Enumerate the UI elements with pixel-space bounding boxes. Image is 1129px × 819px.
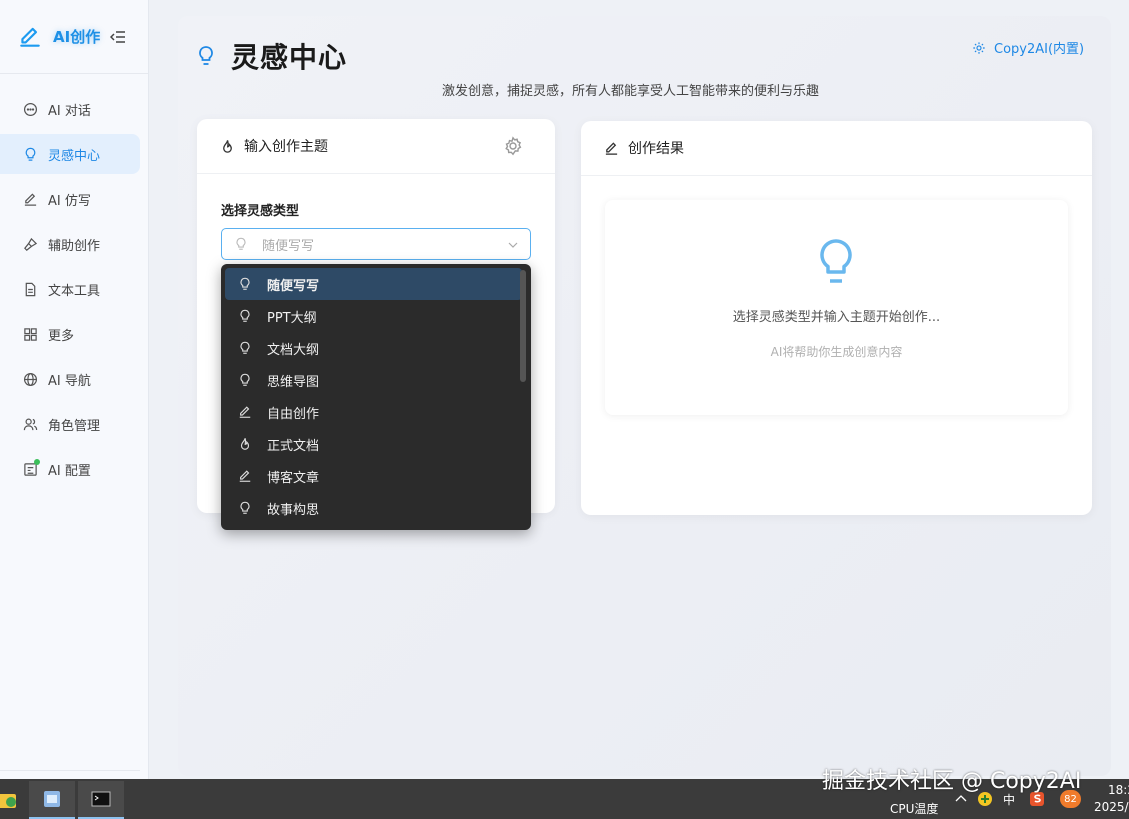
- watermark: 掘金技术社区 @ Copy2AI: [822, 769, 1082, 794]
- input-panel-header: 输入创作主题: [197, 119, 555, 174]
- bulb-icon: [234, 237, 248, 251]
- dropdown-option-label: 思维导图: [267, 374, 320, 390]
- bulb-icon: [238, 277, 252, 291]
- sidebar-item-assist-create[interactable]: 辅助创作: [0, 224, 140, 264]
- result-panel: 创作结果 选择灵感类型并输入主题开始创作... AI将帮助你生成创意内容: [581, 121, 1092, 515]
- bulb-icon: [238, 501, 252, 515]
- dropdown-option-label: 故事构思: [267, 502, 320, 518]
- dropdown-option[interactable]: 正式文档: [225, 428, 522, 460]
- pen-icon: [238, 469, 252, 483]
- pen-icon: [238, 405, 252, 419]
- dropdown-option[interactable]: PPT大纲: [225, 300, 522, 332]
- cpu-temp-label: CPU温度: [890, 802, 939, 816]
- sidebar-item-ai-chat[interactable]: AI 对话: [0, 89, 140, 129]
- dropdown-option[interactable]: 故事构思: [225, 492, 522, 524]
- sidebar-item-more[interactable]: 更多: [0, 314, 140, 354]
- sidebar-item-label: AI 导航: [48, 373, 91, 389]
- app-logo-text: AI创作: [53, 28, 101, 46]
- brush-icon: [23, 237, 38, 252]
- bulb-icon: [238, 373, 252, 387]
- result-hint-secondary: AI将帮助你生成创意内容: [770, 345, 903, 359]
- bulb-icon: [816, 237, 856, 287]
- taskbar-app-browser[interactable]: [29, 781, 75, 819]
- chat-icon: [23, 102, 38, 117]
- document-icon: [23, 282, 38, 297]
- sidebar-header: AI创作: [0, 0, 148, 74]
- grid-icon: [23, 327, 38, 342]
- clock-date[interactable]: 2025/0: [1094, 800, 1129, 814]
- flame-icon: [238, 437, 252, 451]
- sidebar-item-ai-nav[interactable]: AI 导航: [0, 359, 140, 399]
- inspiration-type-label: 选择灵感类型: [221, 204, 300, 219]
- collapse-menu-icon[interactable]: [110, 29, 126, 45]
- sidebar-item-ai-config[interactable]: AI 配置: [0, 449, 140, 489]
- sidebar-item-label: AI 对话: [48, 103, 91, 119]
- result-panel-header: 创作结果: [581, 121, 1092, 176]
- result-panel-title: 创作结果: [628, 141, 684, 157]
- select-value: 随便写写: [262, 238, 315, 254]
- clock-time[interactable]: 18:2: [1108, 783, 1129, 797]
- copy2ai-link[interactable]: Copy2AI(内置): [972, 38, 1084, 57]
- page-subtitle: 激发创意，捕捉灵感，所有人都能享受人工智能带来的便利与乐趣: [442, 84, 820, 99]
- sidebar-nav: AI 对话 灵感中心 AI 仿写 辅助创作 文本工具 更多 AI 导航 角色管理…: [0, 74, 148, 489]
- inspiration-type-dropdown: 随便写写 PPT大纲 文档大纲 思维导图 自由创作 正式文档 博客文章 故事构思: [221, 264, 531, 530]
- sidebar: AI创作 AI 对话 灵感中心 AI 仿写 辅助创作 文本工具 更多 AI 导航…: [0, 0, 149, 779]
- dropdown-option-label: PPT大纲: [267, 310, 317, 326]
- inspiration-type-select[interactable]: 随便写写: [221, 228, 531, 260]
- dropdown-option[interactable]: 博客文章: [225, 460, 522, 492]
- status-dot: [34, 459, 40, 465]
- dropdown-scrollbar[interactable]: [520, 270, 526, 382]
- sidebar-item-role-manage[interactable]: 角色管理: [0, 404, 140, 444]
- dropdown-option-label: 博客文章: [267, 470, 320, 486]
- taskbar-app-terminal[interactable]: [78, 781, 124, 819]
- pen-icon: [604, 141, 619, 156]
- sidebar-item-label: 角色管理: [48, 418, 101, 434]
- bulb-icon: [196, 45, 216, 67]
- sidebar-item-ai-imitate[interactable]: AI 仿写: [0, 179, 140, 219]
- sidebar-item-label: AI 仿写: [48, 193, 91, 209]
- folder-app-icon: [0, 789, 18, 811]
- pen-icon: [23, 192, 38, 207]
- sidebar-item-label: 更多: [48, 328, 75, 344]
- bulb-icon: [238, 309, 252, 323]
- chevron-down-icon: [507, 239, 519, 251]
- flame-icon: [220, 139, 235, 154]
- dropdown-option[interactable]: 随便写写: [225, 268, 522, 300]
- page-title-text: 灵感中心: [231, 41, 348, 74]
- dropdown-option-label: 自由创作: [267, 406, 320, 422]
- dropdown-option-label: 随便写写: [267, 278, 320, 294]
- bulb-icon: [23, 147, 38, 162]
- copy2ai-link-text: Copy2AI(内置): [994, 42, 1085, 57]
- sidebar-divider: [0, 770, 140, 771]
- sidebar-item-label: 灵感中心: [48, 148, 101, 164]
- sidebar-item-label: 文本工具: [48, 283, 101, 299]
- globe-icon: [23, 372, 38, 387]
- bulb-icon: [238, 341, 252, 355]
- dropdown-option[interactable]: 文档大纲: [225, 332, 522, 364]
- dropdown-option-label: 正式文档: [267, 438, 320, 454]
- terminal-icon: [90, 788, 112, 810]
- gear-icon: [972, 41, 986, 55]
- result-hint-primary: 选择灵感类型并输入主题开始创作...: [732, 310, 941, 325]
- sidebar-item-text-tools[interactable]: 文本工具: [0, 269, 140, 309]
- sidebar-item-label: AI 配置: [48, 463, 91, 479]
- app-window-icon: [41, 788, 63, 810]
- users-icon: [23, 417, 38, 432]
- settings-gear-icon[interactable]: [503, 136, 523, 156]
- input-panel-title: 输入创作主题: [244, 139, 328, 155]
- dropdown-option[interactable]: 思维导图: [225, 364, 522, 396]
- edit-logo-icon: [17, 24, 43, 50]
- dropdown-option-label: 文档大纲: [267, 342, 320, 358]
- sidebar-item-inspiration[interactable]: 灵感中心: [0, 134, 140, 174]
- taskbar-app-folder[interactable]: [0, 781, 30, 819]
- page-title: 灵感中心: [196, 36, 347, 76]
- sidebar-item-label: 辅助创作: [48, 238, 101, 254]
- dropdown-option[interactable]: 自由创作: [225, 396, 522, 428]
- result-placeholder: 选择灵感类型并输入主题开始创作... AI将帮助你生成创意内容: [605, 200, 1068, 415]
